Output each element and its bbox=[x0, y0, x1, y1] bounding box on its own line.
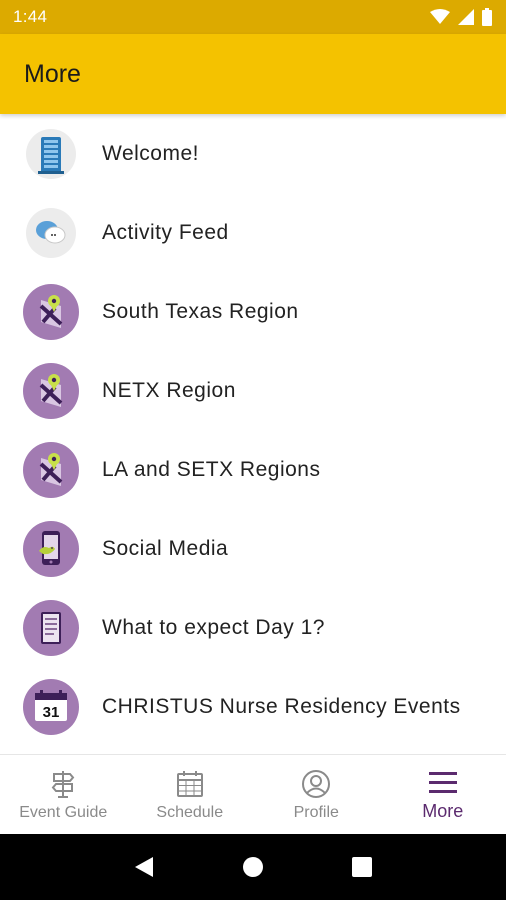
system-nav-bar bbox=[0, 834, 506, 900]
tab-event-guide[interactable]: Event Guide bbox=[0, 755, 127, 834]
home-icon[interactable] bbox=[241, 855, 265, 879]
chat-bubble-icon bbox=[26, 207, 76, 258]
back-icon[interactable] bbox=[133, 855, 155, 879]
signpost-icon bbox=[51, 771, 75, 798]
tab-schedule[interactable]: Schedule bbox=[127, 755, 254, 834]
menu-item-social-media[interactable]: Social Media bbox=[0, 509, 506, 588]
menu-item-nurse-residency-events[interactable]: 31 CHRISTUS Nurse Residency Events bbox=[0, 667, 506, 746]
tab-label: Schedule bbox=[156, 804, 224, 821]
menu-item-activity-feed[interactable]: Activity Feed bbox=[0, 193, 506, 272]
menu-item-label: Welcome! bbox=[102, 141, 199, 165]
menu-item-label: Social Media bbox=[102, 536, 229, 560]
map-pin-icon bbox=[23, 362, 79, 419]
calendar-day-text: 31 bbox=[43, 704, 60, 721]
tab-label: More bbox=[422, 801, 464, 821]
wifi-icon bbox=[430, 9, 450, 24]
status-time: 1:44 bbox=[13, 7, 48, 26]
recents-icon[interactable] bbox=[351, 856, 373, 878]
map-pin-icon bbox=[23, 283, 79, 340]
building-icon bbox=[26, 128, 76, 179]
page-title: More bbox=[24, 59, 81, 88]
menu-item-south-texas-region[interactable]: South Texas Region bbox=[0, 272, 506, 351]
calendar-grid-icon bbox=[176, 771, 203, 797]
calendar-icon: 31 bbox=[23, 678, 79, 735]
menu-item-welcome[interactable]: Welcome! bbox=[0, 114, 506, 193]
menu-item-label: CHRISTUS Nurse Residency Events bbox=[102, 694, 461, 718]
person-icon bbox=[302, 770, 331, 798]
menu-item-label: LA and SETX Regions bbox=[102, 457, 321, 481]
tab-label: Profile bbox=[293, 804, 339, 821]
tab-profile[interactable]: Profile bbox=[253, 755, 380, 834]
bottom-nav: Event Guide Schedule Profile More bbox=[0, 754, 506, 834]
hamburger-menu-icon bbox=[428, 772, 457, 793]
menu-item-label: Activity Feed bbox=[102, 220, 229, 244]
menu-item-partial[interactable] bbox=[0, 746, 506, 754]
map-pin-icon bbox=[23, 441, 79, 498]
phone-bird-icon bbox=[23, 520, 79, 577]
tab-more[interactable]: More bbox=[380, 755, 506, 834]
menu-item-label: What to expect Day 1? bbox=[102, 615, 325, 639]
cell-signal-icon bbox=[458, 9, 474, 25]
app-bar: More bbox=[0, 34, 506, 114]
document-icon bbox=[23, 599, 79, 656]
menu-item-label: South Texas Region bbox=[102, 299, 299, 323]
status-icons bbox=[430, 8, 492, 26]
menu-item-label: NETX Region bbox=[102, 378, 236, 402]
battery-icon bbox=[482, 8, 492, 26]
menu-list[interactable]: Welcome! Activity Feed South Texas Regio bbox=[0, 114, 506, 754]
menu-item-what-to-expect[interactable]: What to expect Day 1? bbox=[0, 588, 506, 667]
menu-item-netx-region[interactable]: NETX Region bbox=[0, 351, 506, 430]
tab-label: Event Guide bbox=[19, 804, 108, 821]
menu-item-la-setx-regions[interactable]: LA and SETX Regions bbox=[0, 430, 506, 509]
status-bar: 1:44 bbox=[0, 0, 506, 34]
